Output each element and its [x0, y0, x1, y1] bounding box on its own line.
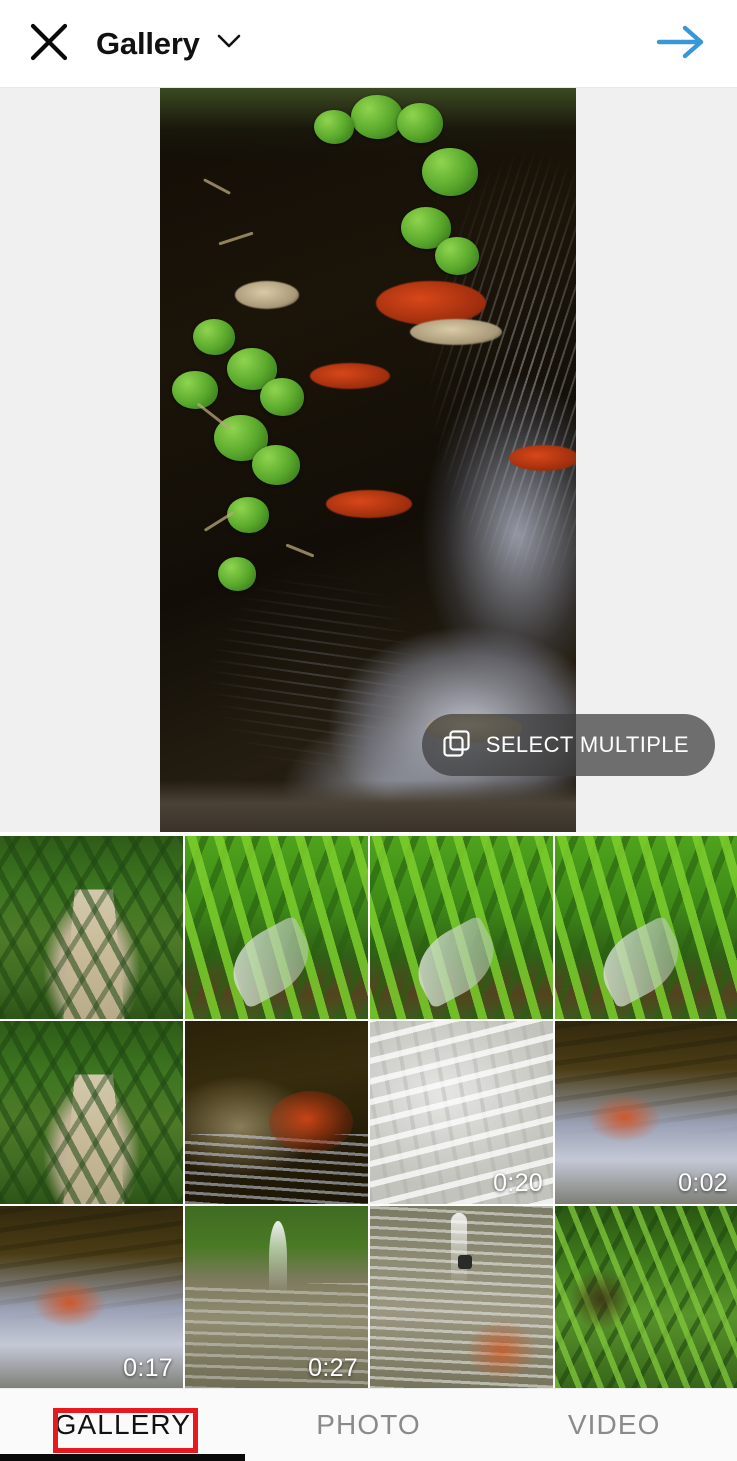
koi-fish — [326, 489, 413, 518]
tab-video-label: VIDEO — [567, 1409, 661, 1440]
tab-gallery[interactable]: GALLERY — [0, 1409, 246, 1441]
tab-video[interactable]: VIDEO — [491, 1409, 737, 1441]
lily-pad — [434, 236, 479, 275]
thumbnail-video-fountain[interactable]: 0:27 — [185, 1206, 368, 1388]
tab-photo[interactable]: PHOTO — [246, 1409, 492, 1441]
active-tab-indicator — [0, 1454, 245, 1461]
chevron-down-icon — [216, 32, 242, 55]
thumbnail-image — [185, 836, 368, 1019]
select-multiple-label: SELECT MULTIPLE — [485, 732, 689, 757]
lily-pad — [226, 497, 269, 534]
lily-pad — [351, 95, 404, 140]
page-title: Gallery — [96, 25, 200, 61]
thumbnail-greenery[interactable] — [555, 1206, 737, 1388]
lily-pad — [218, 556, 257, 591]
thumbnail-garden-path-1[interactable] — [0, 836, 183, 1019]
select-multiple-button[interactable]: SELECT MULTIPLE — [421, 714, 715, 776]
koi-fish — [509, 445, 576, 472]
lily-pad — [172, 370, 219, 409]
fountain-head — [457, 1255, 472, 1270]
stacked-squares-icon — [442, 729, 472, 762]
video-duration-label: 0:27 — [308, 1354, 358, 1382]
thumbnail-video-koi-reflect[interactable]: 0:02 — [555, 1021, 737, 1204]
thumbnail-image — [555, 836, 737, 1019]
preview-area: SELECT MULTIPLE — [0, 88, 737, 832]
koi-fish — [309, 363, 390, 390]
close-button[interactable] — [14, 9, 84, 79]
thumbnail-image — [555, 1206, 737, 1388]
tab-gallery-label: GALLERY — [54, 1409, 192, 1440]
thumbnail-video-koi-sky[interactable]: 0:17 — [0, 1206, 183, 1388]
lily-pad — [193, 318, 236, 355]
thumbnail-foliage-2[interactable] — [370, 836, 553, 1019]
thumbnail-video-water-pale[interactable]: 0:20 — [370, 1021, 553, 1204]
media-thumbnail-grid: 0:20 0:02 0:17 0:27 — [0, 836, 737, 1388]
koi-fish — [409, 318, 502, 345]
thumbnail-foliage-3[interactable] — [555, 836, 737, 1019]
arrow-right-icon — [655, 22, 707, 65]
pond-bank — [160, 780, 576, 832]
lily-pad — [422, 147, 479, 196]
thumbnail-image — [0, 1021, 183, 1204]
lily-pad — [259, 378, 304, 417]
top-bar: Gallery — [0, 0, 737, 88]
thumbnail-garden-path-2[interactable] — [0, 1021, 183, 1204]
gallery-source-dropdown[interactable]: Gallery — [96, 26, 242, 62]
thumbnail-foliage-1[interactable] — [185, 836, 368, 1019]
video-duration-label: 0:02 — [678, 1169, 728, 1197]
bottom-tab-bar: GALLERY PHOTO VIDEO — [0, 1388, 737, 1461]
lily-pad — [397, 102, 444, 143]
close-icon — [28, 21, 70, 66]
video-duration-label: 0:20 — [493, 1169, 543, 1197]
video-duration-label: 0:17 — [123, 1354, 173, 1382]
thumbnail-image — [0, 836, 183, 1019]
thumbnail-image — [185, 1021, 368, 1204]
tab-photo-label: PHOTO — [316, 1409, 421, 1440]
fountain-jet — [450, 1213, 467, 1287]
thumbnail-image — [370, 836, 553, 1019]
lily-pad — [251, 445, 300, 486]
thumbnail-koi-pond[interactable] — [185, 1021, 368, 1204]
next-button[interactable] — [649, 12, 713, 76]
lily-pad — [313, 110, 354, 145]
thumbnail-pond-ripples[interactable] — [370, 1206, 553, 1388]
